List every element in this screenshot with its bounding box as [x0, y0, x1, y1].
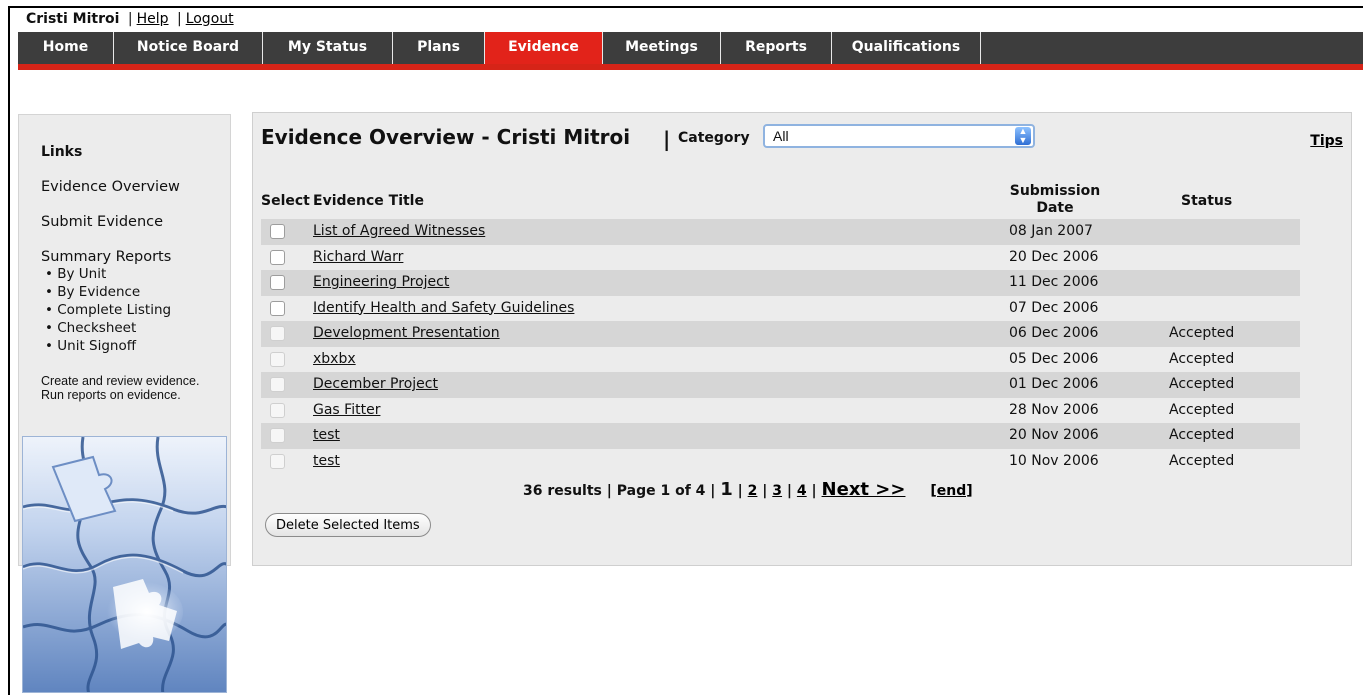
main-nav: Home Notice Board My Status Plans Evidence Me… [18, 32, 1363, 64]
table-row: test 20 Nov 2006 Accepted [261, 423, 1300, 449]
nav-tab-my-status[interactable]: My Status [263, 32, 393, 64]
nav-tab-plans[interactable]: Plans [393, 32, 485, 64]
table-row: Richard Warr 20 Dec 2006 [261, 245, 1300, 271]
submission-date: 06 Dec 2006 [1009, 325, 1099, 341]
separator: | [127, 11, 133, 27]
submission-date: 10 Nov 2006 [1009, 452, 1099, 469]
nav-tab-home[interactable]: Home [18, 32, 114, 64]
table-row: xbxbx 05 Dec 2006 Accepted [261, 347, 1300, 373]
submission-date: 05 Dec 2006 [1009, 350, 1099, 367]
column-header-evidence-title: Evidence Title [313, 193, 424, 209]
evidence-title-link[interactable]: Identify Health and Safety Guidelines [313, 300, 574, 316]
submission-date: 01 Dec 2006 [1009, 376, 1099, 392]
evidence-title-link[interactable]: December Project [313, 376, 438, 392]
sidebar-sublink-by-evidence[interactable]: • By Evidence [45, 285, 140, 299]
column-header-date-line2: Date [1036, 200, 1074, 216]
help-link[interactable]: Help [137, 11, 169, 27]
user-name: Cristi Mitroi [26, 11, 120, 27]
results-summary: 36 results | Page 1 of 4 | [523, 483, 716, 499]
page-link-2[interactable]: 2 [748, 483, 758, 499]
nav-underline [18, 64, 1363, 70]
page-title: Evidence Overview - Cristi Mitroi [261, 125, 631, 149]
nav-tab-evidence[interactable]: Evidence [485, 32, 603, 64]
title-separator: | [663, 127, 671, 151]
updown-arrows-icon: ▲ ▼ [1015, 127, 1031, 145]
submission-date: 08 Jan 2007 [1009, 223, 1093, 239]
evidence-title-link[interactable]: Development Presentation [313, 325, 500, 341]
table-row: Gas Fitter 28 Nov 2006 Accepted [261, 398, 1300, 424]
separator: | [176, 11, 182, 27]
sidebar-link-summary-reports[interactable]: Summary Reports [41, 249, 171, 265]
evidence-title-link[interactable]: test [313, 427, 340, 443]
submission-date: 07 Dec 2006 [1009, 299, 1099, 316]
evidence-title-link[interactable]: List of Agreed Witnesses [313, 223, 485, 239]
column-header-select: Select [261, 193, 310, 209]
evidence-title-link[interactable]: xbxbx [313, 351, 356, 367]
category-select-value: All [773, 128, 789, 144]
submission-date: 28 Nov 2006 [1009, 401, 1099, 418]
sidebar-sublink-unit-signoff[interactable]: • Unit Signoff [45, 339, 136, 353]
sidebar-link-submit-evidence[interactable]: Submit Evidence [41, 214, 163, 230]
submission-date: 20 Nov 2006 [1009, 427, 1099, 443]
category-label: Category [678, 130, 750, 146]
evidence-title-link[interactable]: Engineering Project [313, 274, 449, 290]
next-page-link[interactable]: Next >> [822, 479, 906, 500]
current-page: 1 [720, 479, 733, 500]
status-text: Accepted [1169, 325, 1235, 341]
table-row: Identify Health and Safety Guidelines 07 … [261, 296, 1300, 322]
status-text: Accepted [1169, 350, 1235, 367]
sidebar-sublink-checksheet[interactable]: • Checksheet [45, 321, 136, 335]
nav-tab-meetings[interactable]: Meetings [603, 32, 721, 64]
submission-date: 11 Dec 2006 [1009, 274, 1099, 290]
row-select-checkbox [270, 453, 285, 469]
row-select-checkbox[interactable] [270, 300, 285, 316]
user-bar: Cristi Mitroi | Help | Logout [26, 10, 234, 28]
row-select-checkbox[interactable] [270, 249, 285, 265]
end-page-link[interactable]: [end] [930, 483, 972, 499]
status-text: Accepted [1169, 452, 1235, 469]
nav-tab-qualifications[interactable]: Qualifications [832, 32, 981, 64]
logout-link[interactable]: Logout [186, 11, 234, 27]
sidebar-sublink-by-unit[interactable]: • By Unit [45, 267, 106, 281]
status-text: Accepted [1169, 427, 1235, 443]
delete-selected-button[interactable]: Delete Selected Items [265, 513, 431, 537]
pagination: 36 results | Page 1 of 4 | 1 | 2 | 3 | 4… [523, 479, 973, 500]
category-select[interactable]: All ▲ ▼ [763, 124, 1035, 148]
row-select-checkbox [270, 351, 285, 367]
evidence-panel: Evidence Overview - Cristi Mitroi | Cate… [252, 112, 1352, 566]
row-select-checkbox [270, 326, 285, 341]
nav-tab-notice-board[interactable]: Notice Board [114, 32, 263, 64]
puzzle-image [22, 436, 227, 693]
row-select-checkbox [270, 377, 285, 392]
evidence-title-link[interactable]: test [313, 453, 340, 469]
evidence-table: List of Agreed Witnesses 08 Jan 2007 Richa… [261, 219, 1300, 474]
sidebar-heading: Links [41, 144, 83, 160]
row-select-checkbox [270, 428, 285, 443]
column-header-date-line1: Submission [1009, 183, 1101, 199]
row-select-checkbox [270, 402, 285, 418]
row-select-checkbox[interactable] [270, 275, 285, 290]
column-header-submission-date: Submission Date [999, 183, 1111, 217]
evidence-title-link[interactable]: Gas Fitter [313, 402, 380, 418]
nav-tab-reports[interactable]: Reports [721, 32, 832, 64]
table-row: Engineering Project 11 Dec 2006 [261, 270, 1300, 296]
evidence-title-link[interactable]: Richard Warr [313, 249, 403, 265]
page-link-3[interactable]: 3 [772, 483, 782, 499]
table-row: December Project 01 Dec 2006 Accepted [261, 372, 1300, 398]
status-text: Accepted [1169, 376, 1235, 392]
page-link-4[interactable]: 4 [797, 483, 807, 499]
sidebar-description: Create and review evidence. Run reports … [41, 374, 200, 402]
tips-link[interactable]: Tips [1310, 133, 1343, 149]
table-row: Development Presentation 06 Dec 2006 Accep… [261, 321, 1300, 347]
sidebar-sublink-complete-listing[interactable]: • Complete Listing [45, 303, 171, 317]
status-text: Accepted [1169, 401, 1235, 418]
row-select-checkbox[interactable] [270, 224, 285, 239]
sidebar-link-evidence-overview[interactable]: Evidence Overview [41, 179, 180, 195]
column-header-status: Status [1181, 193, 1233, 209]
submission-date: 20 Dec 2006 [1009, 248, 1099, 265]
table-row: test 10 Nov 2006 Accepted [261, 449, 1300, 475]
table-row: List of Agreed Witnesses 08 Jan 2007 [261, 219, 1300, 245]
